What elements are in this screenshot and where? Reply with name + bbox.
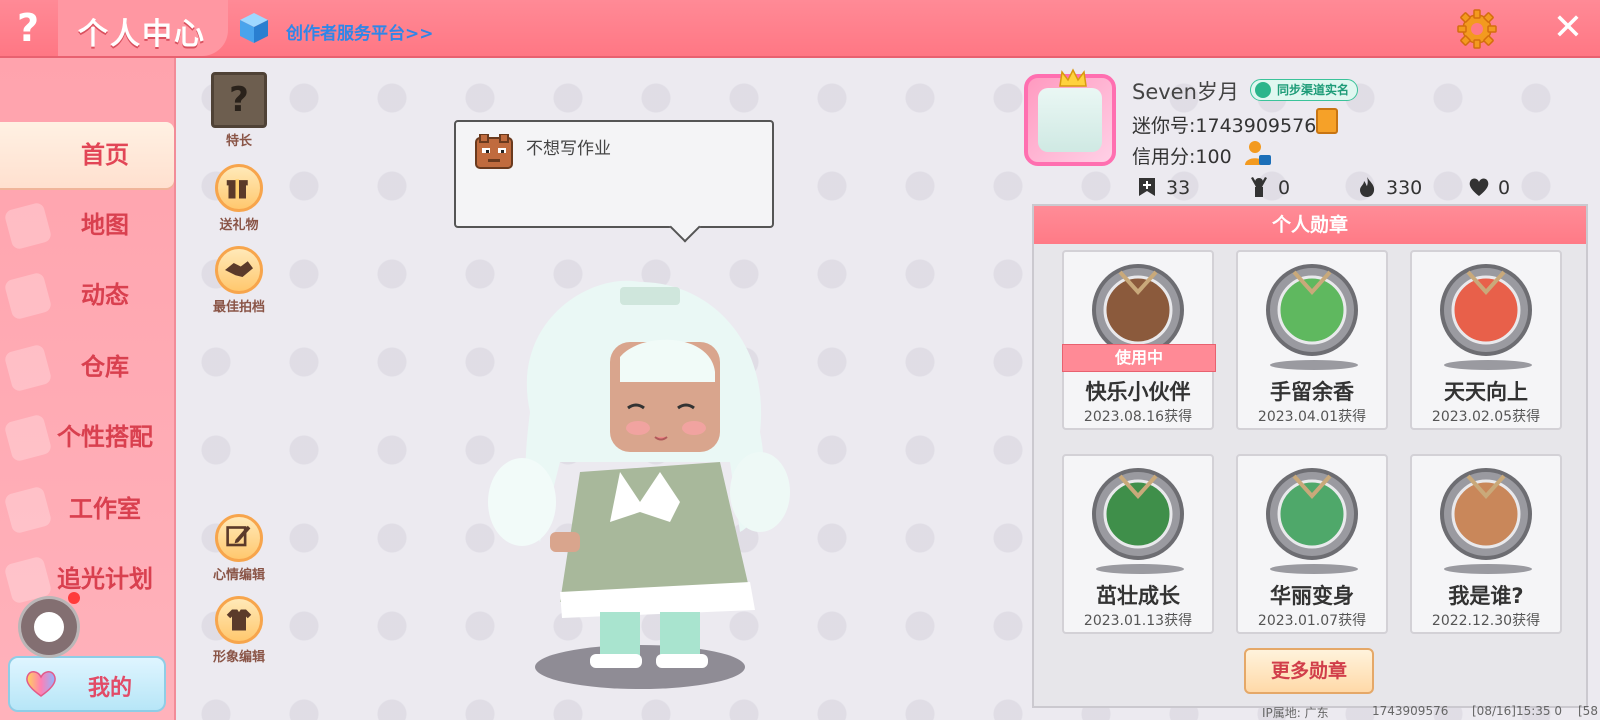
medal-card[interactable]: 我是谁? 2022.12.30获得 — [1410, 454, 1562, 634]
medal-date: 2023.04.01获得 — [1257, 409, 1367, 425]
help-button[interactable]: ? — [6, 6, 50, 50]
medal-card[interactable]: 手留余香 2023.04.01获得 — [1236, 250, 1388, 430]
credit-score: 信用分:100 — [1132, 146, 1232, 168]
sidebar-item-studio[interactable]: 工作室 — [0, 476, 174, 542]
medal-date: 2023.01.07获得 — [1257, 613, 1367, 629]
medal-icon — [1440, 468, 1532, 560]
page-title: 个人中心 — [78, 17, 206, 52]
medal-name: 我是谁? — [1448, 584, 1524, 608]
stat-posts[interactable]: 33 — [1136, 176, 1190, 199]
mini-id: 迷你号:1743909576 — [1132, 115, 1317, 137]
flame-icon — [1360, 177, 1375, 197]
stat-likes[interactable]: 0 — [1468, 176, 1510, 199]
verify-badge[interactable]: 同步渠道实名 — [1250, 79, 1359, 101]
medal-name: 华丽变身 — [1270, 584, 1354, 608]
look-edit-label: 形象编辑 — [212, 650, 265, 665]
verify-badge-label: 同步渠道实名 — [1277, 83, 1350, 97]
my-button[interactable]: 我的 — [8, 656, 166, 712]
medal-card[interactable]: 华丽变身 2023.01.07获得 — [1236, 454, 1388, 634]
sidebar-item-outfit[interactable]: 个性搭配 — [0, 404, 174, 470]
stat-fans-value: 0 — [1278, 177, 1291, 199]
credit-person-icon[interactable] — [1244, 139, 1272, 167]
cheer-icon — [1251, 177, 1267, 197]
medal-date: 2023.02.05获得 — [1431, 409, 1541, 425]
in-use-badge: 使用中 — [1062, 344, 1216, 372]
send-gift-button[interactable]: 送礼物 — [204, 164, 274, 233]
close-button[interactable]: ✕ — [1548, 8, 1588, 48]
stat-popularity[interactable]: 330 — [1356, 176, 1422, 199]
more-medals-button[interactable]: 更多勋章 — [1244, 648, 1374, 694]
medal-shadow — [1270, 360, 1358, 370]
avatar — [1038, 88, 1102, 152]
medal-shadow — [1444, 360, 1532, 370]
heart-icon — [26, 671, 56, 697]
look-edit-button[interactable]: 形象编辑 — [204, 596, 274, 665]
mood-text: 不想写作业 — [526, 139, 611, 159]
sidebar-item-warehouse[interactable]: 仓库 — [0, 334, 174, 400]
footer-extra: [58 — [1578, 704, 1598, 718]
stat-likes-value: 0 — [1498, 177, 1511, 199]
medal-date: 2023.01.13获得 — [1083, 613, 1193, 629]
question-mark-icon: ? — [211, 72, 267, 128]
sidebar-item-feed[interactable]: 动态 — [0, 262, 174, 328]
top-bar: ? 个人中心 创作者服务平台>> ✕ — [0, 0, 1600, 58]
stat-fans[interactable]: 0 — [1248, 176, 1290, 199]
medal-icon — [1266, 264, 1358, 356]
mood-edit-button[interactable]: 心情编辑 — [204, 514, 274, 583]
medal-icon — [1266, 468, 1358, 560]
medal-shadow — [1270, 564, 1358, 574]
medal-name: 快乐小伙伴 — [1085, 380, 1191, 404]
medal-date: 2023.08.16获得 — [1083, 409, 1193, 425]
sidebar-item-light-plan[interactable]: 追光计划 — [0, 546, 174, 612]
specialty-label: 特长 — [225, 134, 252, 149]
cube-icon — [240, 13, 268, 43]
mood-edit-label: 心情编辑 — [212, 568, 265, 583]
best-partner-button[interactable]: 最佳拍档 — [204, 246, 274, 315]
my-label: 我的 — [88, 676, 133, 701]
mood-bubble[interactable]: 不想写作业 — [454, 120, 774, 228]
outfit-icon — [215, 596, 263, 644]
medals-panel: 个人勋章 使用中快乐小伙伴 2023.08.16获得 手留余香 2023.04.01获… — [1032, 204, 1588, 708]
medal-card[interactable]: 天天向上 2023.02.05获得 — [1410, 250, 1562, 430]
user-verify-icon — [1255, 82, 1271, 98]
medal-name: 茁壮成长 — [1096, 584, 1180, 608]
medal-date: 2022.12.30获得 — [1431, 613, 1541, 629]
bookmark-plus-icon — [1139, 178, 1155, 196]
username: Seven岁月 — [1132, 80, 1239, 104]
grumpy-face-icon — [475, 134, 513, 169]
copy-icon[interactable] — [1316, 108, 1338, 134]
medal-icon — [1440, 264, 1532, 356]
sidebar-item-map[interactable]: 地图 — [0, 192, 174, 258]
stat-popularity-value: 330 — [1386, 177, 1423, 199]
specialty-button[interactable]: ? 特长 — [204, 72, 274, 149]
ip-location: IP属地: 广东 — [1262, 706, 1329, 720]
creator-platform-link[interactable]: 创作者服务平台>> — [286, 19, 434, 44]
medal-name: 手留余香 — [1270, 380, 1354, 404]
medal-card[interactable]: 茁壮成长 2023.01.13获得 — [1062, 454, 1214, 634]
send-gift-label: 送礼物 — [219, 218, 259, 233]
medal-shadow — [1444, 564, 1532, 574]
floating-assist-button[interactable] — [18, 596, 80, 658]
notification-dot — [68, 592, 80, 604]
medal-icon — [1092, 468, 1184, 560]
footer-timestamp: [08/16]15:35 0 — [1472, 704, 1562, 718]
gear-icon[interactable] — [1456, 8, 1498, 50]
handshake-icon — [215, 246, 263, 294]
medal-card[interactable]: 使用中快乐小伙伴 2023.08.16获得 — [1062, 250, 1216, 430]
edit-icon — [215, 514, 263, 562]
medal-shadow — [1096, 564, 1184, 574]
gift-icon — [215, 164, 263, 212]
best-partner-label: 最佳拍档 — [212, 300, 265, 315]
medals-header: 个人勋章 — [1034, 206, 1586, 244]
avatar-character[interactable] — [470, 262, 800, 692]
sidebar-item-home[interactable]: 首页 — [0, 122, 174, 188]
footer-uid: 1743909576 — [1372, 704, 1449, 718]
heart-icon — [1469, 178, 1489, 196]
medal-name: 天天向上 — [1444, 380, 1528, 404]
crown-icon — [1059, 68, 1087, 87]
stat-posts-value: 33 — [1166, 177, 1191, 199]
